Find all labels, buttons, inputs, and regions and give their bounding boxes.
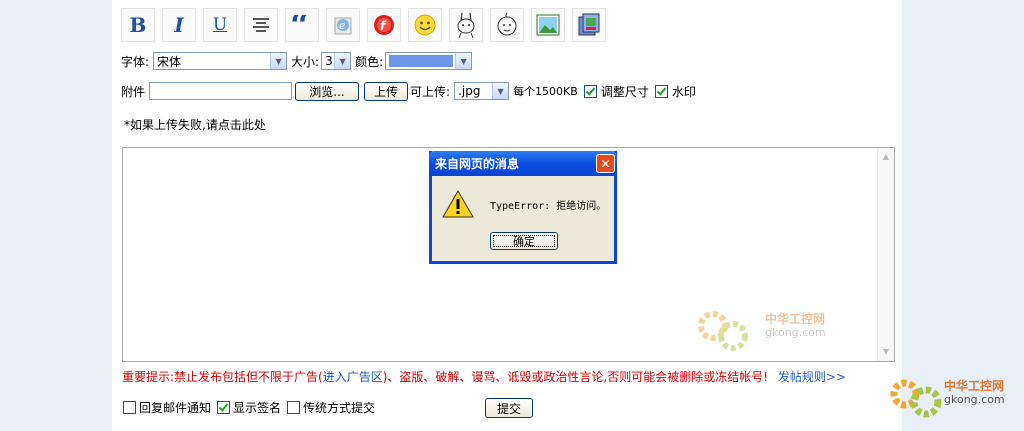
color-select[interactable]: ▼ — [385, 52, 473, 70]
quote-icon: “ — [290, 15, 310, 35]
posting-rules-link[interactable]: 发帖规则>> — [778, 370, 846, 384]
watermark-label: 水印 — [671, 84, 696, 99]
onion-head-icon — [497, 12, 517, 36]
underline-button[interactable]: U — [203, 8, 237, 42]
align-button[interactable] — [244, 8, 278, 42]
smiley-icon — [414, 14, 436, 36]
show-signature-label: 显示签名 — [233, 400, 282, 415]
emoticon-button[interactable] — [408, 8, 442, 42]
file-type-select[interactable]: .jpg ▼ — [454, 82, 510, 100]
submit-options-row: 回复邮件通知 显示签名 传统方式提交 — [123, 396, 375, 418]
scroll-up-icon[interactable]: ▲ — [879, 150, 893, 164]
media-icon — [578, 13, 600, 36]
bold-button[interactable]: B — [121, 8, 155, 42]
quote-button[interactable]: “ — [285, 8, 319, 42]
resize-label: 调整尺寸 — [600, 84, 649, 99]
gear-logo-icon — [890, 379, 942, 418]
attachment-label: 附件 — [121, 84, 146, 99]
align-center-icon — [253, 18, 269, 32]
notice-text-after: )、盗版、破解、谩骂、诋毁或政治性言论,否则可能会被删除或冻结帐号! — [382, 370, 769, 384]
browse-button[interactable]: 浏览... — [295, 81, 360, 101]
ok-button[interactable]: 确定 — [490, 232, 558, 250]
traditional-submit-checkbox[interactable] — [287, 400, 301, 414]
dialog-title: 来自网页的消息 — [435, 157, 520, 171]
insert-media-button[interactable] — [572, 8, 606, 42]
close-icon[interactable]: ✕ — [596, 154, 615, 173]
chevron-down-icon: ▼ — [455, 53, 472, 69]
upload-fail-hint[interactable]: *如果上传失败,请点击此处 — [124, 116, 266, 133]
upload-hint-row: *如果上传失败,请点击此处 — [124, 113, 266, 135]
italic-icon: I — [174, 13, 184, 37]
file-type-value: .jpg — [458, 84, 481, 98]
font-label: 字体: — [121, 54, 150, 69]
attachment-path-input[interactable] — [149, 82, 293, 100]
size-select-value: 3 — [325, 54, 333, 68]
corner-watermark-en: gkong.com — [944, 393, 1005, 406]
editor-scrollbar[interactable]: ▲ ▼ — [877, 148, 894, 361]
reply-email-checkbox[interactable] — [123, 400, 136, 414]
format-row: 字体: 宋体 ▼ 大小: 3 ▼ 颜色: ▼ — [121, 50, 473, 72]
chevron-down-icon: ▼ — [334, 53, 351, 69]
alert-dialog: 来自网页的消息 ✕ TypeError: 拒绝访问。 确定 — [429, 151, 617, 264]
svg-text:e: e — [339, 19, 346, 32]
font-select-value: 宋体 — [157, 54, 182, 69]
chevron-down-icon: ▼ — [270, 53, 287, 69]
traditional-submit-label: 传统方式提交 — [303, 400, 376, 415]
warning-icon — [442, 189, 474, 218]
rabbit-emoticon-button[interactable] — [449, 8, 483, 42]
resize-checkbox[interactable] — [583, 84, 597, 98]
color-label: 颜色: — [355, 54, 384, 69]
size-limit-text: 每个1500KB — [513, 85, 578, 98]
bold-icon: B — [129, 13, 147, 37]
notice-text-before: 重要提示:禁止发布包括但不限于广告( — [122, 370, 323, 384]
allowed-types-label: 可上传: — [410, 84, 451, 99]
posting-notice: 重要提示:禁止发布包括但不限于广告(进入广告区)、盗版、破解、谩骂、诋毁或政治性… — [122, 368, 846, 385]
browser-link-icon: e — [334, 17, 352, 35]
submit-button[interactable]: 提交 — [485, 398, 533, 418]
color-swatch — [389, 55, 454, 67]
corner-watermark-cn: 中华工控网 — [944, 379, 1005, 393]
insert-image-button[interactable] — [531, 8, 565, 42]
watermark-checkbox[interactable] — [654, 84, 668, 98]
underline-icon: U — [212, 15, 228, 35]
watermark-en: gkong.com — [765, 326, 826, 339]
scroll-down-icon[interactable]: ▼ — [879, 345, 893, 359]
gear-logo-icon — [698, 311, 748, 351]
flash-icon: f — [374, 15, 394, 35]
dialog-message: TypeError: 拒绝访问。 — [490, 201, 607, 212]
size-label: 大小: — [291, 54, 320, 69]
image-icon — [536, 14, 560, 36]
upload-button[interactable]: 上传 — [364, 81, 409, 101]
italic-button[interactable]: I — [162, 8, 196, 42]
chevron-down-icon: ▼ — [492, 83, 509, 99]
font-select[interactable]: 宋体 ▼ — [153, 52, 288, 70]
onion-emoticon-button[interactable] — [490, 8, 524, 42]
show-signature-checkbox[interactable] — [217, 400, 231, 414]
watermark-cn: 中华工控网 — [765, 312, 826, 326]
dialog-titlebar[interactable]: 来自网页的消息 ✕ — [429, 151, 617, 176]
reply-email-label: 回复邮件通知 — [139, 400, 212, 415]
ad-zone-link[interactable]: 进入广告区 — [323, 370, 383, 384]
insert-flash-button[interactable]: f — [367, 8, 401, 42]
upload-row: 附件 浏览... 上传 可上传: .jpg ▼ 每个1500KB 调整尺寸 水印 — [121, 80, 696, 102]
insert-link-button[interactable]: e — [326, 8, 360, 42]
svg-text:“: “ — [290, 15, 310, 35]
size-select[interactable]: 3 ▼ — [321, 52, 352, 70]
rabbit-icon — [457, 12, 475, 39]
